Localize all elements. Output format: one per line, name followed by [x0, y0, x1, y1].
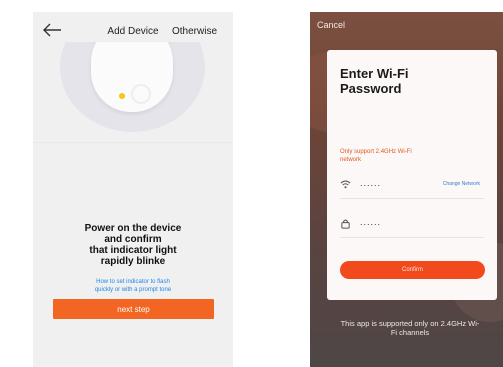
- instruction-line: rapidly blinke: [100, 256, 166, 267]
- confirm-button[interactable]: Confirm: [340, 261, 485, 279]
- support-note: This app is supported only on 2.4GHz Wi-…: [310, 319, 503, 337]
- next-step-button[interactable]: next step: [53, 299, 214, 319]
- password-field[interactable]: ......: [340, 217, 490, 232]
- help-link-line: How to set indicator to flash: [96, 279, 170, 285]
- band-note-line: Only support 2.4GHz Wi-Fi: [340, 149, 412, 155]
- support-note-line: Fi channels: [390, 328, 430, 337]
- instruction-text: Power on the device and confirm that ind…: [53, 223, 213, 267]
- band-note-line: network: [340, 157, 362, 163]
- card-title-line: Enter Wi-Fi: [340, 66, 409, 81]
- divider: [340, 237, 484, 238]
- wifi-card: Enter Wi-Fi Password Only support 2.4GHz…: [327, 50, 497, 300]
- wifi-network-row[interactable]: ...... Change Network: [340, 178, 490, 193]
- band-note: Only support 2.4GHz Wi-Fi network: [340, 148, 470, 164]
- indicator-help-link[interactable]: How to set indicator to flash quickly or…: [63, 278, 203, 294]
- password-value: ......: [360, 217, 382, 227]
- divider: [340, 198, 484, 199]
- wifi-icon: [340, 180, 351, 189]
- indicator-light-icon: [119, 93, 125, 99]
- otherwise-button[interactable]: Otherwise: [172, 26, 217, 37]
- add-device-screen: Add Device Otherwise Power on the device…: [33, 12, 233, 367]
- instruction-line: that indicator light: [89, 245, 177, 256]
- divider: [33, 142, 233, 143]
- card-title: Enter Wi-Fi Password: [340, 66, 490, 96]
- cancel-button[interactable]: Cancel: [317, 20, 345, 30]
- change-network-link[interactable]: Change Network: [443, 181, 480, 187]
- help-link-line: quickly or with a prompt tone: [94, 287, 172, 293]
- lock-icon: [341, 219, 350, 229]
- device-illustration: [33, 42, 233, 142]
- wifi-network-value: ......: [360, 178, 382, 188]
- support-note-line: This app is supported only on 2.4GHz Wi-: [340, 319, 480, 328]
- instruction-line: and confirm: [104, 234, 162, 245]
- card-title-line: Password: [340, 81, 402, 96]
- device-button-icon: [131, 84, 151, 104]
- instruction-line: Power on the device: [84, 223, 182, 234]
- wifi-password-screen: Cancel Enter Wi-Fi Password Only support…: [310, 12, 503, 367]
